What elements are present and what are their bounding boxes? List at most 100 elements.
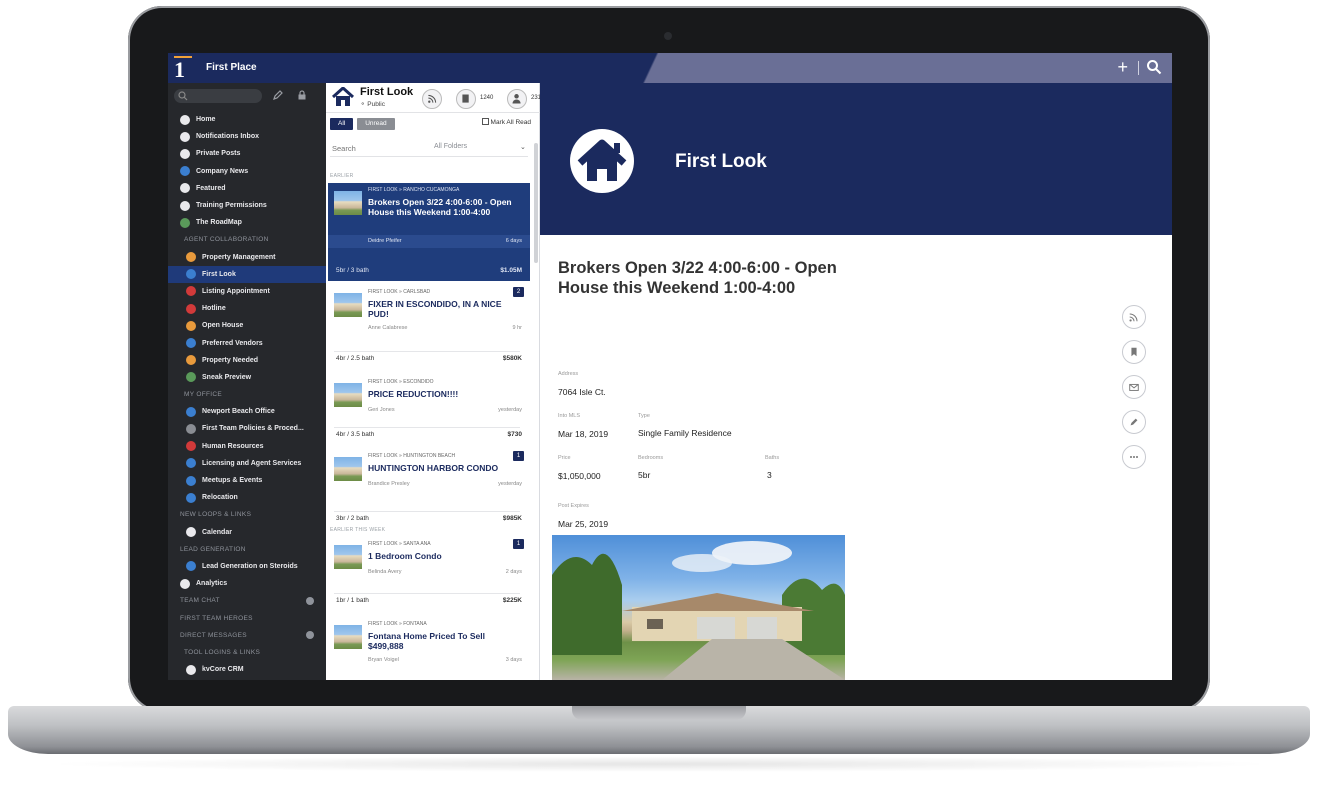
- listing-photo[interactable]: [552, 535, 845, 680]
- listing-price: $580K: [502, 355, 522, 362]
- sidebar-item[interactable]: Listing Appointment: [168, 283, 326, 300]
- sidebar-section-label: NEW LOOPS & LINKS: [180, 511, 252, 519]
- add-icon[interactable]: [306, 631, 314, 640]
- add-icon[interactable]: [306, 596, 314, 605]
- sidebar-item[interactable]: Training Permissions: [168, 197, 326, 214]
- post-card[interactable]: FIRST LOOK » FONTANA Fontana Home Priced …: [328, 617, 530, 680]
- post-card[interactable]: FIRST LOOK » RANCHO CUCAMONGA Brokers Ope…: [328, 183, 530, 281]
- sidebar-item[interactable]: Home: [168, 111, 326, 128]
- post-time: 6 days: [505, 238, 522, 244]
- more-button[interactable]: [1122, 445, 1146, 469]
- sidebar-item[interactable]: Calendar: [168, 524, 326, 541]
- price-value: $1,050,000: [558, 471, 601, 481]
- app-title: First Place: [206, 62, 257, 73]
- lock-icon[interactable]: [296, 89, 308, 101]
- sidebar-section-label: FIRST TEAM HEROES: [180, 614, 253, 622]
- folder-select[interactable]: All Folders ⌄: [434, 143, 526, 151]
- sidebar-item-label: Open House: [202, 322, 244, 330]
- channel-icon: [186, 458, 196, 469]
- sidebar-item-label: Property Management: [202, 253, 276, 261]
- sidebar-item[interactable]: Meetups & Events: [168, 472, 326, 489]
- post-meta: FIRST LOOK » SANTA ANA: [368, 541, 431, 547]
- post-meta: FIRST LOOK » HUNTINGTON BEACH: [368, 453, 456, 459]
- filter-tabs: All Unread: [330, 118, 395, 130]
- sidebar-item[interactable]: Analytics: [168, 575, 326, 592]
- baths-label: Baths: [765, 455, 780, 461]
- post-meta: FIRST LOOK » FONTANA: [368, 621, 427, 627]
- sidebar-item[interactable]: Property Needed: [168, 352, 326, 369]
- sidebar-item[interactable]: Lead Generation on Steroids: [168, 558, 326, 575]
- sidebar-item[interactable]: Hotline: [168, 300, 326, 317]
- sidebar-item-label: Human Resources: [202, 442, 264, 450]
- post-meta: FIRST LOOK » CARLSBAD: [368, 289, 431, 295]
- sidebar-section-label: DIRECT MESSAGES: [180, 631, 247, 639]
- mark-all-read-label: Mark All Read: [490, 119, 531, 126]
- sidebar-item[interactable]: Company News: [168, 163, 326, 180]
- email-button[interactable]: [1122, 375, 1146, 399]
- sidebar-item[interactable]: Private Posts: [168, 145, 326, 162]
- sidebar-section-heading: MY OFFICE: [168, 386, 326, 403]
- sidebar-item[interactable]: Notifications Inbox: [168, 128, 326, 145]
- scrollbar[interactable]: [534, 143, 538, 263]
- sidebar-item[interactable]: Open House: [168, 317, 326, 334]
- sidebar-item-label: Listing Appointment: [202, 287, 270, 295]
- sidebar-item[interactable]: Featured: [168, 180, 326, 197]
- posts-button[interactable]: [456, 89, 476, 109]
- post-card[interactable]: FIRST LOOK » SANTA ANA 1 Bedroom Condo Bel…: [328, 537, 530, 611]
- members-button[interactable]: [507, 89, 527, 109]
- divider: [334, 427, 520, 428]
- channel-visibility: ⚬ Public: [360, 101, 385, 108]
- app-logo[interactable]: 1: [174, 56, 192, 82]
- pencil-icon[interactable]: [272, 89, 284, 101]
- sidebar-section-heading: LEAD GENERATION: [168, 541, 326, 558]
- unread-badge: 1: [513, 451, 524, 461]
- map-pin-icon: [180, 217, 190, 228]
- into-mls-label: Into MLS: [558, 413, 581, 419]
- post-expires-value: Mar 25, 2019: [558, 519, 609, 529]
- post-search-row: All Folders ⌄: [330, 139, 528, 157]
- sidebar-item[interactable]: Human Resources: [168, 438, 326, 455]
- sidebar-item[interactable]: First Team Policies & Proced...: [168, 420, 326, 437]
- inbox-icon: [180, 131, 190, 142]
- camera: [664, 32, 672, 40]
- sidebar-section-heading: AGENT COLLABORATION: [168, 231, 326, 248]
- app-screen: 1 First Place + Home Notifications Inbox P…: [168, 53, 1172, 680]
- listing-thumbnail: [334, 625, 362, 649]
- sidebar-search-input[interactable]: [174, 89, 262, 103]
- banner-title: First Look: [675, 151, 767, 172]
- post-card[interactable]: FIRST LOOK » ESCONDIDO PRICE REDUCTION!!!…: [328, 375, 530, 445]
- sidebar-item[interactable]: kvCore CRM: [168, 661, 326, 678]
- sidebar-item-label: Sneak Preview: [202, 373, 252, 381]
- post-card[interactable]: FIRST LOOK » HUNTINGTON BEACH HUNTINGTON …: [328, 449, 530, 529]
- channel-icon: [186, 338, 196, 349]
- sidebar-item-label: Analytics: [196, 580, 228, 588]
- post-title: Fontana Home Priced To Sell $499,888: [368, 631, 485, 651]
- listing-thumbnail: [334, 545, 362, 569]
- subscribe-button[interactable]: [1122, 305, 1146, 329]
- sidebar-item[interactable]: Newport Beach Office: [168, 403, 326, 420]
- listing-specs: 4br / 3.5 bath: [336, 431, 375, 438]
- mark-all-read[interactable]: Mark All Read: [481, 118, 531, 126]
- filter-all-tab[interactable]: All: [330, 118, 354, 130]
- sidebar-item[interactable]: First Look: [168, 265, 326, 283]
- bookmark-button[interactable]: [1122, 340, 1146, 364]
- sidebar-item[interactable]: Relocation: [168, 489, 326, 506]
- filter-unread-tab[interactable]: Unread: [357, 118, 395, 130]
- sidebar-item[interactable]: Sneak Preview: [168, 369, 326, 386]
- sidebar-item[interactable]: Licensing and Agent Services: [168, 455, 326, 472]
- sidebar-item[interactable]: Preferred Vendors: [168, 334, 326, 351]
- price-label: Price: [558, 455, 571, 461]
- gear-icon: [180, 200, 190, 211]
- search-icon[interactable]: [1146, 59, 1162, 75]
- post-card[interactable]: FIRST LOOK » CARLSBAD FIXER IN ESCONDIDO,…: [328, 285, 530, 369]
- divider: [334, 351, 520, 352]
- sidebar-item[interactable]: Property Management: [168, 249, 326, 266]
- edit-button[interactable]: [1122, 410, 1146, 434]
- rss-button[interactable]: [422, 89, 442, 109]
- add-button[interactable]: +: [1117, 57, 1128, 77]
- sidebar-section-label: TEAM CHAT: [180, 597, 220, 605]
- address-value: 7064 Isle Ct.: [558, 387, 606, 397]
- post-search-input[interactable]: [332, 142, 422, 154]
- sidebar-item[interactable]: The RoadMap: [168, 214, 326, 231]
- sidebar-item-label: Property Needed: [202, 356, 259, 364]
